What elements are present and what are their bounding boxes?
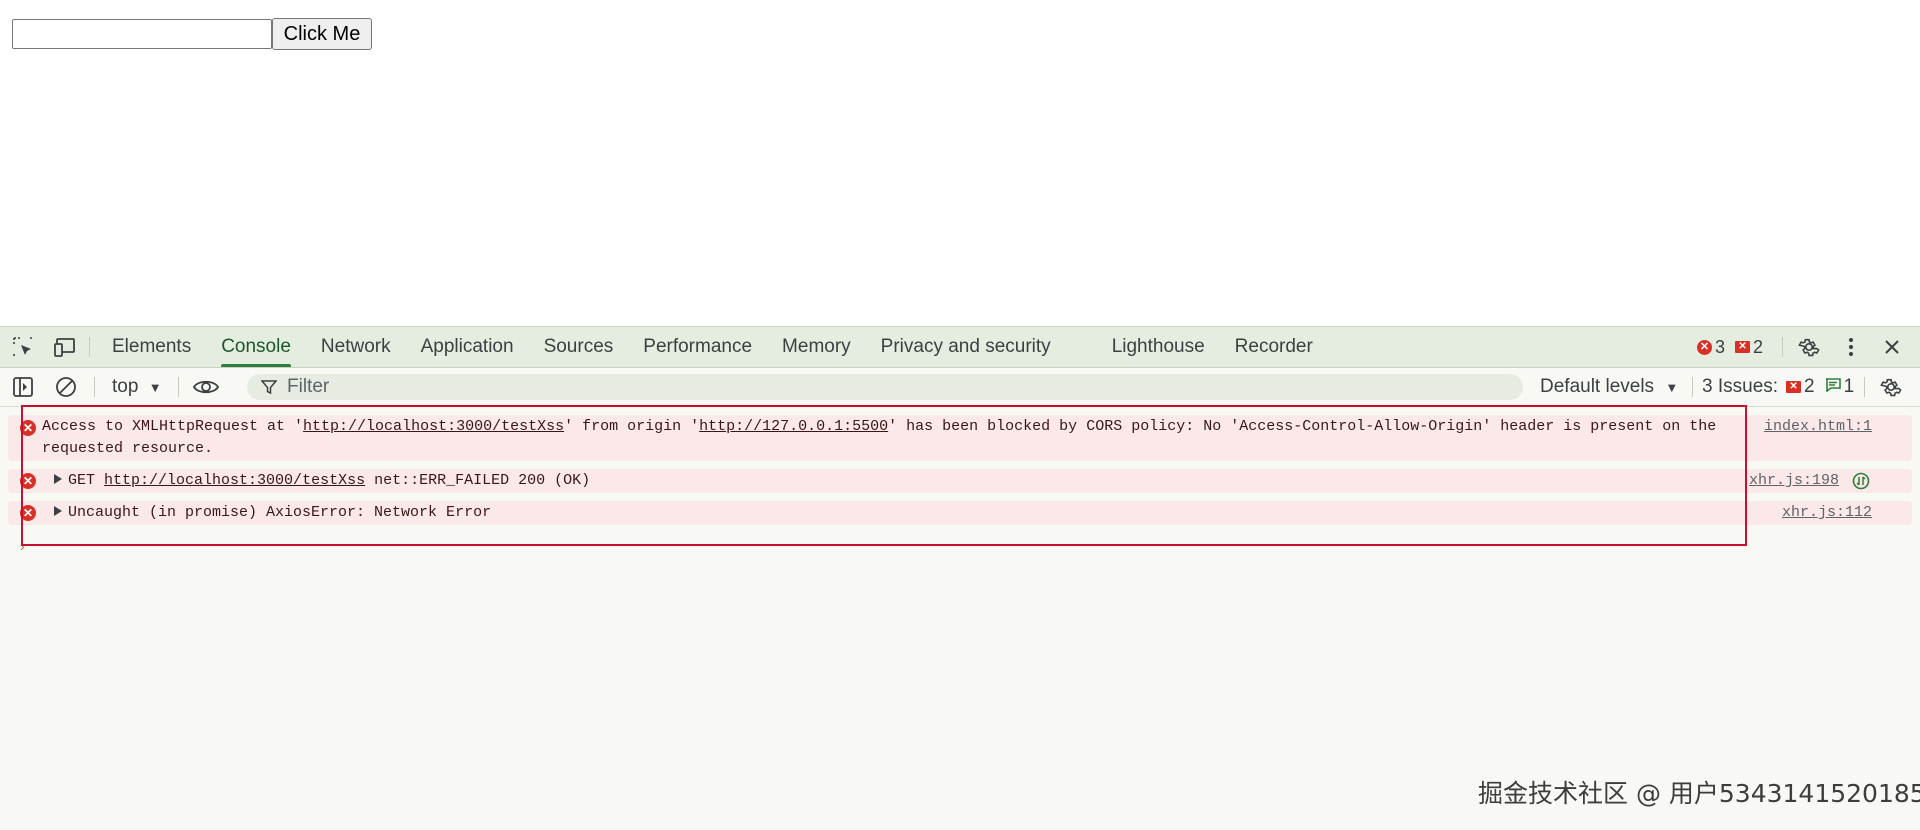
- issues-counter[interactable]: 3 Issues: ✕ 2 1: [1702, 368, 1854, 406]
- message-source-link[interactable]: xhr.js:198: [1749, 470, 1839, 492]
- issue-error-icon: ✕: [1786, 381, 1802, 393]
- log-levels-label: Default levels: [1540, 376, 1655, 397]
- web-page: Click Me: [0, 0, 1920, 326]
- console-toolbar: top ▼ Filter Default levels ▼ 3 Issues: …: [0, 368, 1920, 407]
- message-text-line2: requested resource.: [42, 440, 214, 457]
- chevron-down-icon: ▼: [1665, 380, 1679, 395]
- live-expression-eye-icon[interactable]: [193, 375, 219, 399]
- tab-application[interactable]: Application: [406, 327, 529, 367]
- network-request-icon[interactable]: [1852, 472, 1870, 495]
- console-message-axios-error[interactable]: ✕ Uncaught (in promise) AxiosError: Netw…: [8, 501, 1912, 525]
- chevron-down-icon: ▼: [148, 380, 162, 395]
- tab-network[interactable]: Network: [306, 327, 406, 367]
- warning-count: 2: [1753, 336, 1764, 357]
- text-input[interactable]: [12, 19, 272, 49]
- console-prompt-icon[interactable]: ›: [20, 538, 25, 554]
- devtools-panel: Elements Console Network Application Sou…: [0, 326, 1920, 830]
- devtools-tabbar: Elements Console Network Application Sou…: [0, 327, 1920, 368]
- console-settings-gear-icon[interactable]: [1879, 375, 1903, 399]
- device-toolbar-icon[interactable]: [54, 335, 78, 359]
- expand-triangle-icon[interactable]: [54, 474, 62, 485]
- filter-placeholder: Filter: [287, 376, 330, 397]
- more-options-icon[interactable]: [1839, 335, 1863, 359]
- context-select[interactable]: top ▼: [112, 375, 162, 399]
- message-url-link[interactable]: http://localhost:3000/testXss: [303, 418, 564, 435]
- settings-gear-icon[interactable]: [1797, 335, 1821, 359]
- error-icon: ✕: [20, 505, 36, 521]
- issues-info-count: 1: [1843, 376, 1855, 397]
- message-source-link[interactable]: xhr.js:112: [1782, 502, 1872, 524]
- tab-recorder[interactable]: Recorder: [1220, 327, 1328, 367]
- error-count: 3: [1715, 336, 1726, 357]
- tab-memory[interactable]: Memory: [767, 327, 866, 367]
- error-icon: ✕: [1697, 339, 1712, 355]
- console-message-get-failed[interactable]: ✕ GET http://localhost:3000/testXss net:…: [8, 469, 1912, 493]
- message-url-link[interactable]: http://localhost:3000/testXss: [104, 472, 365, 489]
- issues-label: 3 Issues:: [1702, 376, 1779, 397]
- console-message-cors-error: ✕ Access to XMLHttpRequest at 'http://lo…: [8, 415, 1912, 461]
- message-text: Uncaught (in promise) AxiosError: Networ…: [54, 502, 491, 524]
- origin-url-link[interactable]: http://127.0.0.1:5500: [699, 418, 888, 435]
- tab-elements[interactable]: Elements: [97, 327, 206, 367]
- console-filter-input[interactable]: Filter: [247, 374, 1523, 400]
- tab-sources[interactable]: Sources: [529, 327, 629, 367]
- message-source-link[interactable]: index.html:1: [1764, 416, 1872, 438]
- warning-icon: ✕: [1735, 341, 1751, 353]
- message-text: GET http://localhost:3000/testXss net::E…: [54, 470, 590, 492]
- clear-console-icon[interactable]: [54, 375, 78, 399]
- click-me-button[interactable]: Click Me: [272, 18, 372, 50]
- tab-lighthouse[interactable]: Lighthouse: [1097, 327, 1220, 367]
- context-select-value: top: [112, 376, 139, 397]
- message-text: Access to XMLHttpRequest at 'http://loca…: [42, 418, 1717, 435]
- tab-privacy-security[interactable]: Privacy and security: [866, 327, 1097, 367]
- error-icon: ✕: [20, 473, 36, 489]
- log-levels-dropdown[interactable]: Default levels ▼: [1540, 368, 1678, 406]
- tab-console[interactable]: Console: [206, 327, 306, 367]
- issue-info-icon: [1825, 376, 1841, 398]
- watermark-text: 掘金技术社区 @ 用户5343141520185: [1478, 779, 1920, 808]
- error-warning-counts[interactable]: ✕ 3 ✕ 2: [1697, 327, 1763, 367]
- tab-performance[interactable]: Performance: [628, 327, 767, 367]
- sidebar-toggle-icon[interactable]: [11, 375, 35, 399]
- error-icon: ✕: [20, 420, 36, 436]
- issues-error-count: 2: [1804, 376, 1815, 397]
- inspect-element-icon[interactable]: [11, 335, 35, 359]
- close-devtools-icon[interactable]: [1880, 335, 1904, 359]
- expand-triangle-icon[interactable]: [54, 506, 62, 517]
- devtools-tabs: Elements Console Network Application Sou…: [97, 327, 1328, 367]
- filter-icon: [260, 379, 278, 400]
